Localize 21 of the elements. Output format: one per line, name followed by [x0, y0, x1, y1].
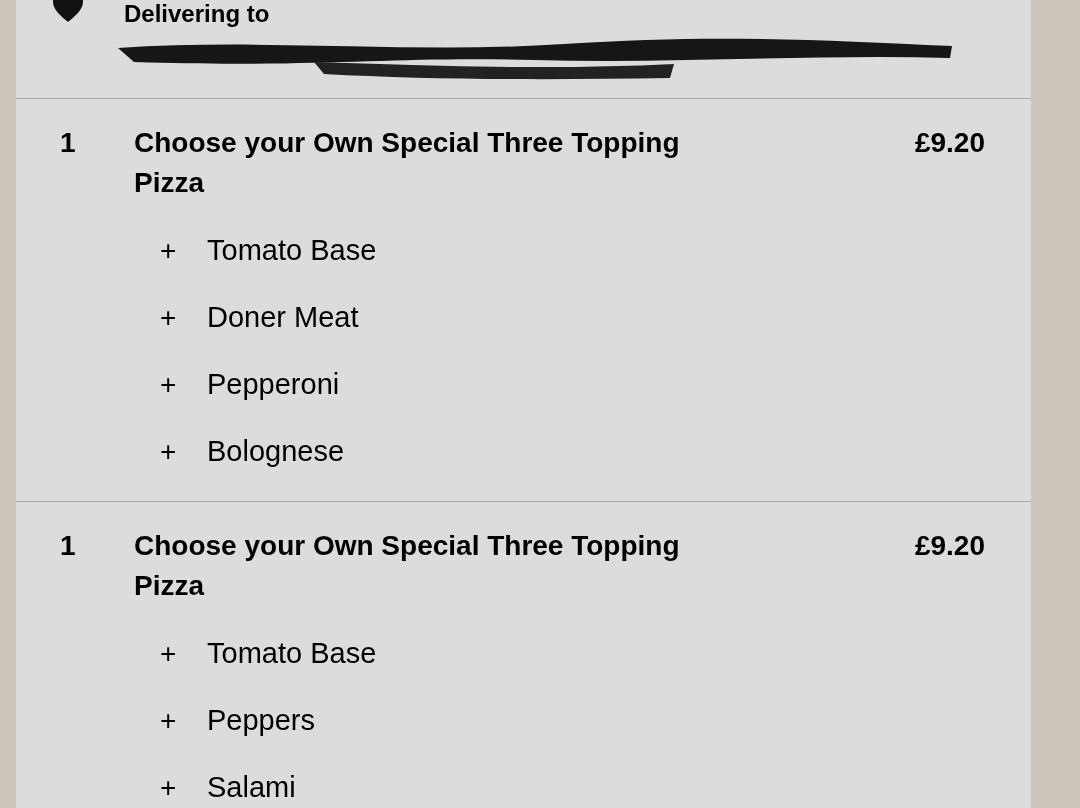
- topping-name: Tomato Base: [207, 232, 377, 268]
- plus-sign: +: [160, 703, 178, 738]
- item-price: £9.20: [914, 126, 985, 160]
- topping-name: Bolognese: [207, 433, 345, 469]
- plus-sign: +: [160, 300, 178, 335]
- topping-name: Pepperoni: [207, 366, 340, 402]
- topping-name: Doner Meat: [207, 299, 359, 335]
- topping-name: Salami: [207, 769, 296, 805]
- plus-sign: +: [160, 434, 178, 469]
- item-quantity: 1: [59, 529, 77, 563]
- topping-name: Peppers: [207, 702, 315, 738]
- item-name: Choose your Own Special Three Topping Pizza: [134, 126, 681, 200]
- plus-sign: +: [160, 770, 178, 805]
- topping-name: Tomato Base: [207, 635, 377, 671]
- plus-sign: +: [160, 233, 178, 268]
- plus-sign: +: [160, 367, 178, 402]
- item-price: £9.20: [914, 529, 985, 563]
- plus-sign: +: [160, 636, 178, 671]
- delivery-label: Delivering to: [124, 0, 270, 28]
- item-name: Choose your Own Special Three Topping Pizza: [134, 529, 681, 603]
- item-quantity: 1: [59, 126, 77, 160]
